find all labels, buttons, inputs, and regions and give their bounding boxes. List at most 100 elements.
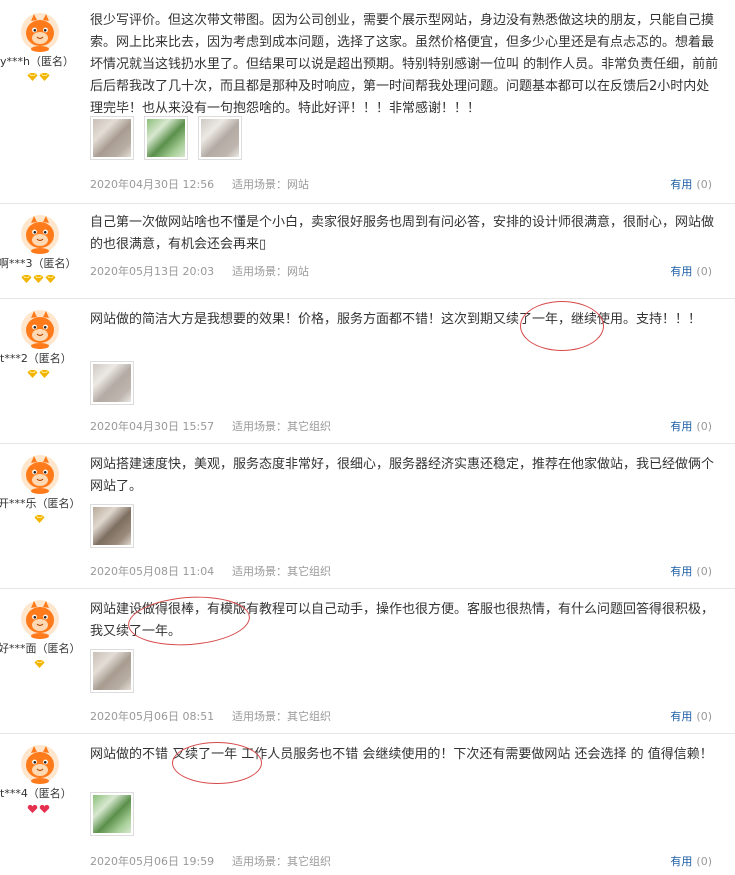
review-photo-thumbnail[interactable]	[198, 116, 242, 160]
review-photo-thumbnail[interactable]	[90, 504, 134, 548]
avatar	[21, 310, 59, 349]
useful-vote[interactable]: 有用 (0)	[670, 563, 712, 579]
review-photos	[90, 649, 134, 693]
rank-badges	[27, 804, 50, 814]
useful-count: (0)	[696, 710, 712, 723]
review-photos	[90, 792, 134, 836]
review-item: 好***面（匿名） 网站建设做得很棒，有模版有教程可以自己动手，操作也很方便。客…	[0, 589, 735, 734]
diamond-rank-icon	[27, 369, 38, 378]
rank-badges	[34, 659, 45, 669]
review-scene: 适用场景：网站	[232, 265, 309, 278]
diamond-rank-icon	[27, 72, 38, 81]
review-date: 2020年05月06日 19:59	[90, 855, 215, 868]
useful-vote[interactable]: 有用 (0)	[670, 418, 712, 434]
review-text-body: 网站搭建速度快，美观，服务态度非常好，很细心，服务器经济实惠还稳定，推荐在他家做…	[90, 457, 715, 494]
diamond-rank-icon	[34, 514, 45, 523]
review-photos	[90, 361, 134, 405]
diamond-rank-icon	[21, 274, 32, 283]
review-item: y***h（匿名） 很少写评价。但这次带文带图。因为公司创业，需要个展示型网站，…	[0, 0, 735, 204]
rank-badges	[34, 514, 45, 524]
useful-count: (0)	[696, 178, 712, 191]
useful-button[interactable]: 有用	[670, 565, 692, 578]
heart-rank-icon	[27, 804, 38, 813]
review-meta: 2020年05月06日 08:51 适用场景：其它组织 有用 (0)	[90, 708, 722, 724]
avatar	[21, 455, 59, 494]
review-item: 开***乐（匿名） 网站搭建速度快，美观，服务态度非常好，很细心，服务器经济实惠…	[0, 444, 735, 589]
reviewer-name: y***h（匿名）	[0, 55, 74, 68]
reviewer-name: 好***面（匿名）	[0, 642, 81, 655]
review-text-body: 网站做的简洁大方是我想要的效果！价格，服务方面都不错！这次到期又续了一年，继续使…	[90, 312, 702, 327]
reviewer-name: 啊***3（匿名）	[0, 257, 77, 270]
rank-badges	[27, 369, 50, 379]
review-item: t***4（匿名） 网站做的不错 又续了一年 工作人员服务也不错 会继续使用的！…	[0, 734, 735, 875]
review-meta: 2020年05月13日 20:03 适用场景：网站 有用 (0)	[90, 263, 722, 279]
useful-button[interactable]: 有用	[670, 178, 692, 191]
review-date: 2020年05月13日 20:03	[90, 265, 215, 278]
diamond-rank-icon	[39, 72, 50, 81]
useful-vote[interactable]: 有用 (0)	[670, 708, 712, 724]
avatar	[21, 745, 59, 784]
useful-button[interactable]: 有用	[670, 710, 692, 723]
useful-button[interactable]: 有用	[670, 855, 692, 868]
review-photos	[90, 116, 242, 160]
review-text-body: 网站做的不错 又续了一年 工作人员服务也不错 会继续使用的！下次还有需要做网站 …	[90, 747, 713, 762]
blurred-photo	[93, 119, 131, 157]
review-text: 网站搭建速度快，美观，服务态度非常好，很细心，服务器经济实惠还稳定，推荐在他家做…	[90, 454, 722, 498]
rank-badges	[27, 72, 50, 82]
review-item: 啊***3（匿名） 自己第一次做网站啥也不懂是个小白，卖家很好服务也周到有问必答…	[0, 204, 735, 299]
blurred-photo	[93, 795, 131, 833]
review-text: 自己第一次做网站啥也不懂是个小白，卖家很好服务也周到有问必答，安排的设计师很满意…	[90, 212, 722, 256]
heart-rank-icon	[39, 804, 50, 813]
useful-button[interactable]: 有用	[670, 420, 692, 433]
review-photo-thumbnail[interactable]	[90, 116, 134, 160]
review-scene: 适用场景：其它组织	[232, 855, 331, 868]
useful-vote[interactable]: 有用 (0)	[670, 263, 712, 279]
review-scene: 适用场景：其它组织	[232, 565, 331, 578]
reviewer-name: t***4（匿名）	[0, 787, 72, 800]
blurred-photo	[93, 364, 131, 402]
useful-count: (0)	[696, 855, 712, 868]
avatar	[21, 215, 59, 254]
reviewer-name: t***2（匿名）	[0, 352, 72, 365]
review-date: 2020年05月08日 11:04	[90, 565, 215, 578]
review-photo-thumbnail[interactable]	[144, 116, 188, 160]
avatar	[21, 600, 59, 639]
blurred-photo	[93, 652, 131, 690]
review-text-body: 很少写评价。但这次带文带图。因为公司创业，需要个展示型网站，身边没有熟悉做这块的…	[90, 13, 719, 116]
review-text: 网站建设做得很棒，有模版有教程可以自己动手，操作也很方便。客服也很热情，有什么问…	[90, 599, 722, 643]
review-date: 2020年05月06日 08:51	[90, 710, 215, 723]
diamond-rank-icon	[39, 369, 50, 378]
review-photo-thumbnail[interactable]	[90, 792, 134, 836]
useful-count: (0)	[696, 565, 712, 578]
review-text-body: 自己第一次做网站啥也不懂是个小白，卖家很好服务也周到有问必答，安排的设计师很满意…	[90, 215, 715, 252]
useful-count: (0)	[696, 420, 712, 433]
diamond-rank-icon	[45, 274, 56, 283]
review-text-body: 网站建设做得很棒，有模版有教程可以自己动手，操作也很方便。客服也很热情，有什么问…	[90, 602, 715, 639]
review-meta: 2020年04月30日 12:56 适用场景：网站 有用 (0)	[90, 176, 722, 192]
diamond-rank-icon	[34, 659, 45, 668]
review-photos	[90, 504, 134, 548]
review-item: t***2（匿名） 网站做的简洁大方是我想要的效果！价格，服务方面都不错！这次到…	[0, 299, 735, 444]
diamond-rank-icon	[33, 274, 44, 283]
review-text: 网站做的简洁大方是我想要的效果！价格，服务方面都不错！这次到期又续了一年，继续使…	[90, 309, 722, 331]
review-photo-thumbnail[interactable]	[90, 649, 134, 693]
review-scene: 适用场景：其它组织	[232, 420, 331, 433]
review-date: 2020年04月30日 12:56	[90, 178, 215, 191]
review-photo-thumbnail[interactable]	[90, 361, 134, 405]
review-meta: 2020年05月08日 11:04 适用场景：其它组织 有用 (0)	[90, 563, 722, 579]
review-date: 2020年04月30日 15:57	[90, 420, 215, 433]
review-meta: 2020年05月06日 19:59 适用场景：其它组织 有用 (0)	[90, 853, 722, 869]
useful-vote[interactable]: 有用 (0)	[670, 853, 712, 869]
blurred-photo	[93, 507, 131, 545]
useful-vote[interactable]: 有用 (0)	[670, 176, 712, 192]
useful-button[interactable]: 有用	[670, 265, 692, 278]
review-meta: 2020年04月30日 15:57 适用场景：其它组织 有用 (0)	[90, 418, 722, 434]
avatar	[21, 13, 59, 52]
blurred-photo	[201, 119, 239, 157]
blurred-photo	[147, 119, 185, 157]
reviewer-name: 开***乐（匿名）	[0, 497, 81, 510]
useful-count: (0)	[696, 265, 712, 278]
review-text: 很少写评价。但这次带文带图。因为公司创业，需要个展示型网站，身边没有熟悉做这块的…	[90, 10, 722, 120]
review-scene: 适用场景：其它组织	[232, 710, 331, 723]
review-scene: 适用场景：网站	[232, 178, 309, 191]
